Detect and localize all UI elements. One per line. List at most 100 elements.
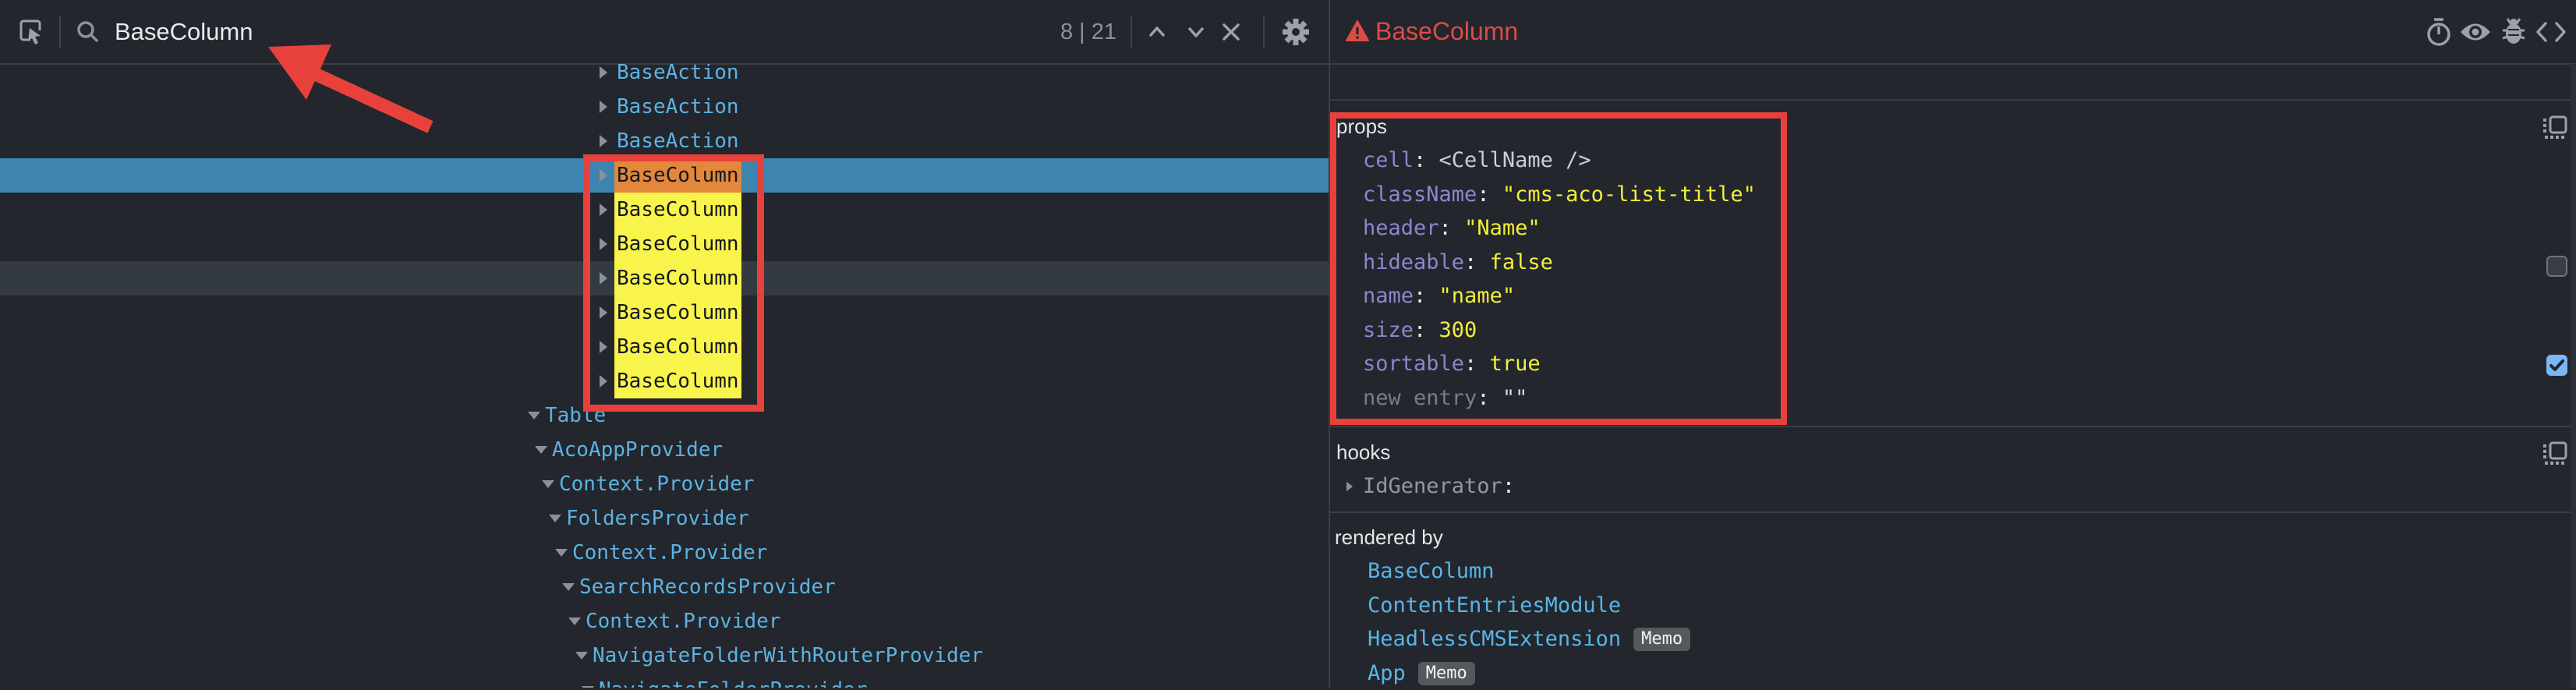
tree-row[interactable]: Context.Provider [0, 467, 1329, 501]
inspect-element-button[interactable] [11, 0, 51, 64]
prop-key[interactable]: new entry [1363, 386, 1477, 410]
component-name[interactable]: Context.Provider [586, 604, 780, 639]
component-name[interactable]: BaseAction [617, 64, 739, 90]
suspense-timer-button[interactable] [2422, 0, 2456, 64]
chevron-down-icon[interactable] [528, 412, 540, 419]
chevron-down-icon[interactable] [542, 480, 554, 488]
component-name[interactable]: SearchRecordsProvider [579, 570, 836, 604]
tree-row[interactable]: SearchRecordsProvider [0, 570, 1329, 604]
hook-name[interactable]: IdGenerator [1363, 474, 1502, 498]
component-name[interactable]: BaseColumn [614, 193, 741, 227]
component-name[interactable]: BaseAction [617, 90, 739, 124]
tree-row[interactable]: Context.Provider [0, 604, 1329, 639]
prop-value[interactable]: false [1490, 250, 1553, 274]
tree-row[interactable]: NavigateFolderWithRouterProvider [0, 639, 1329, 673]
chevron-right-icon[interactable] [1346, 481, 1353, 491]
chevron-right-icon[interactable] [600, 238, 607, 250]
tree-row[interactable]: BaseAction [0, 64, 1329, 90]
copy-props-button[interactable] [2542, 115, 2568, 144]
prop-row[interactable]: className: "cms-aco-list-title" [1363, 178, 2570, 212]
component-name[interactable]: NavigateFolderWithRouterProvider [593, 639, 983, 673]
tree-row[interactable]: FoldersProvider [0, 501, 1329, 536]
tree-row[interactable]: BaseAction [0, 90, 1329, 124]
component-name[interactable]: AcoAppProvider [552, 433, 723, 467]
settings-button[interactable] [1277, 0, 1315, 64]
prop-key[interactable]: cell [1363, 148, 1414, 172]
inspect-dom-button[interactable] [2457, 0, 2493, 64]
tree-row[interactable]: Context.Provider [0, 536, 1329, 570]
tree-row[interactable]: NavigateFolderProvider [0, 673, 1329, 688]
prop-row[interactable]: size: 300 [1363, 313, 2570, 348]
sortable-checkbox[interactable] [2546, 355, 2567, 376]
tree-row[interactable]: BaseColumn [0, 295, 1329, 330]
prop-value[interactable]: 300 [1439, 318, 1477, 342]
hook-row[interactable]: IdGenerator: [1330, 469, 2570, 504]
prop-row[interactable]: cell: <CellName /> [1363, 143, 2570, 178]
tree-row[interactable]: BaseColumn [0, 330, 1329, 364]
component-name[interactable]: Table [545, 398, 606, 433]
prop-value[interactable]: true [1490, 352, 1541, 376]
tree-row[interactable]: BaseColumn [0, 261, 1329, 295]
prop-row[interactable]: name: "name" [1363, 279, 2570, 313]
debug-button[interactable] [2496, 0, 2531, 64]
prop-key[interactable]: sortable [1363, 352, 1464, 376]
hideable-checkbox[interactable] [2546, 256, 2567, 277]
component-name[interactable]: BaseColumn [614, 295, 741, 330]
chevron-right-icon[interactable] [600, 66, 607, 79]
chevron-right-icon[interactable] [600, 101, 607, 113]
search-input[interactable]: BaseColumn [115, 0, 253, 64]
rendered-by-link[interactable]: ContentEntriesModule [1368, 593, 1621, 617]
prop-row[interactable]: sortable: true [1363, 347, 2570, 381]
next-result-button[interactable] [1179, 0, 1213, 64]
chevron-right-icon[interactable] [600, 272, 607, 285]
prop-row[interactable]: new entry: "" [1363, 381, 2570, 416]
prop-value[interactable]: "name" [1439, 284, 1516, 308]
component-name[interactable]: BaseAction [617, 124, 739, 158]
prop-value[interactable]: <CellName /> [1439, 148, 1591, 172]
component-name[interactable]: BaseColumn [614, 227, 741, 261]
chevron-down-icon[interactable] [568, 617, 581, 625]
prop-key[interactable]: size [1363, 318, 1414, 342]
prop-value[interactable]: "" [1502, 386, 1528, 410]
clear-search-button[interactable] [1213, 0, 1249, 64]
chevron-right-icon[interactable] [600, 169, 607, 182]
previous-result-button[interactable] [1140, 0, 1174, 64]
chevron-down-icon[interactable] [575, 652, 588, 660]
chevron-right-icon[interactable] [600, 203, 607, 216]
prop-key[interactable]: name [1363, 284, 1414, 308]
chevron-down-icon[interactable] [562, 583, 575, 591]
copy-hooks-button[interactable] [2542, 441, 2568, 470]
component-name[interactable]: FoldersProvider [566, 501, 749, 536]
tree-row[interactable]: BaseColumn [0, 364, 1329, 398]
component-name[interactable]: BaseColumn [614, 158, 741, 193]
component-name[interactable]: BaseColumn [614, 261, 741, 295]
prop-key[interactable]: className [1363, 182, 1477, 207]
chevron-down-icon[interactable] [549, 515, 561, 522]
tree-row[interactable]: Table [0, 398, 1329, 433]
chevron-down-icon[interactable] [555, 549, 568, 557]
tree-row[interactable]: BaseColumn [0, 193, 1329, 227]
rendered-by-link[interactable]: BaseColumn [1368, 559, 1495, 583]
tree-row[interactable]: BaseColumn [0, 227, 1329, 261]
view-source-button[interactable] [2532, 0, 2570, 64]
tree-row[interactable]: AcoAppProvider [0, 433, 1329, 467]
prop-row[interactable]: header: "Name" [1363, 211, 2570, 246]
component-name[interactable]: BaseColumn [614, 330, 741, 364]
tree-row[interactable]: BaseColumn [0, 158, 1329, 193]
component-name[interactable]: BaseColumn [614, 364, 741, 398]
chevron-down-icon[interactable] [535, 446, 547, 454]
rendered-by-link[interactable]: HeadlessCMSExtension [1368, 627, 1621, 651]
prop-value[interactable]: "cms-aco-list-title" [1502, 182, 1756, 207]
component-name[interactable]: NavigateFolderProvider [599, 673, 867, 688]
rendered-by-link[interactable]: App [1368, 661, 1406, 685]
chevron-right-icon[interactable] [600, 341, 607, 353]
component-name[interactable]: Context.Provider [572, 536, 767, 570]
chevron-right-icon[interactable] [600, 306, 607, 319]
chevron-right-icon[interactable] [600, 375, 607, 387]
prop-key[interactable]: header [1363, 216, 1439, 240]
prop-key[interactable]: hideable [1363, 250, 1464, 274]
prop-value[interactable]: "Name" [1464, 216, 1541, 240]
component-name[interactable]: Context.Provider [559, 467, 754, 501]
chevron-right-icon[interactable] [600, 135, 607, 147]
prop-row[interactable]: hideable: false [1363, 246, 2570, 280]
